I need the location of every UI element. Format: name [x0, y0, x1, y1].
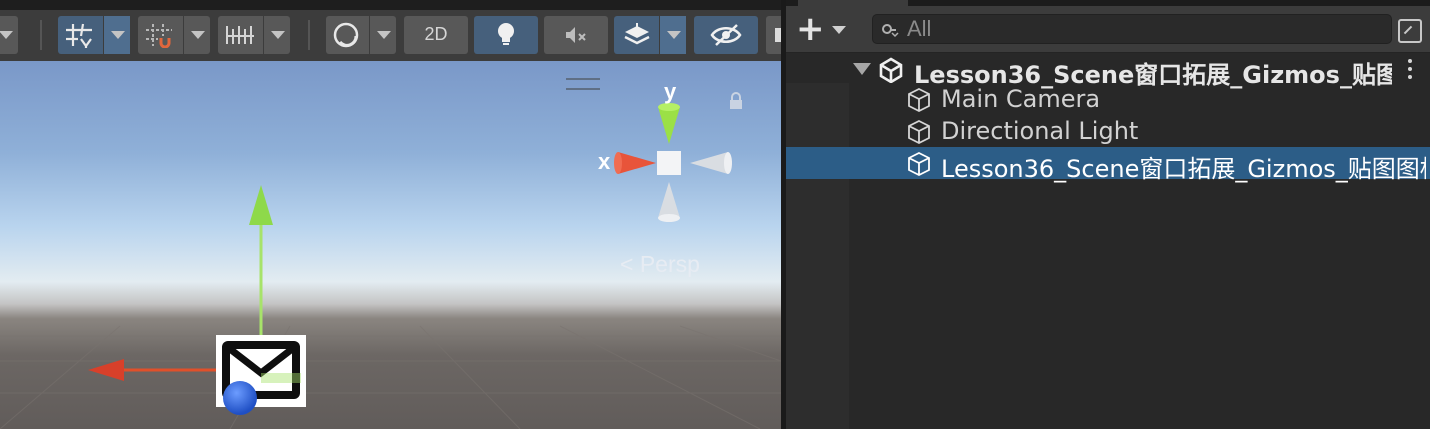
chevron-down-icon[interactable]: [103, 16, 130, 54]
tab-strip: [0, 0, 781, 10]
scene-toolbar: 2D: [0, 0, 781, 63]
chevron-down-icon[interactable]: [263, 16, 290, 54]
ruler-icon: [226, 26, 254, 44]
overlay-menu-handle[interactable]: [566, 78, 600, 90]
hierarchy-item-label: Lesson36_Scene窗口拓展_Gizmos_贴图图标: [941, 155, 1426, 183]
chevron-down-icon: [832, 26, 846, 34]
search-input[interactable]: [907, 15, 1377, 43]
gizmos-button[interactable]: [766, 16, 781, 54]
scene-lighting-button[interactable]: [474, 16, 538, 54]
search-icon: [882, 24, 899, 38]
toolbar-separator: [40, 20, 42, 50]
scene-effects-button[interactable]: [614, 16, 686, 54]
grid-icon: [66, 23, 92, 48]
gameobject-cube-icon: [908, 119, 930, 145]
2d-mode-button[interactable]: 2D: [404, 16, 468, 54]
gameobject-cube-icon: [908, 151, 930, 177]
scene-visibility-button[interactable]: [694, 16, 758, 54]
layers-icon: [624, 23, 650, 45]
hierarchy-item-label: Main Camera: [941, 85, 1101, 113]
increment-snap-button[interactable]: [218, 16, 290, 54]
unity-logo-icon: [879, 57, 903, 83]
shading-mode-dropdown[interactable]: [326, 16, 396, 54]
search-field[interactable]: [872, 14, 1392, 44]
draw-mode-dropdown[interactable]: [0, 16, 18, 54]
scene-viewport[interactable]: y x < Persp: [0, 61, 781, 429]
more-options-icon[interactable]: [1406, 57, 1414, 81]
gizmo-y-label: y: [664, 79, 677, 104]
foldout-arrow-icon[interactable]: [853, 63, 871, 75]
chevron-down-icon: [0, 16, 18, 54]
hierarchy-item-selected[interactable]: Lesson36_Scene窗口拓展_Gizmos_贴图图标: [786, 147, 1430, 183]
maximize-icon[interactable]: [1398, 19, 1422, 43]
hierarchy-item[interactable]: Main Camera: [786, 83, 1430, 115]
snap-grid-icon: [146, 24, 172, 48]
grid-toggle-button[interactable]: [58, 16, 130, 54]
2d-label: 2D: [424, 24, 448, 44]
scene-row[interactable]: Lesson36_Scene窗口拓展_Gizmos_贴图图标: [786, 53, 1430, 89]
hierarchy-toolbar: +: [786, 6, 1430, 53]
scene-view: 2D y x < Persp: [0, 0, 781, 429]
hierarchy-item[interactable]: Directional Light: [786, 115, 1430, 147]
gameobject-cube-icon: [908, 87, 930, 113]
eye-hidden-icon: [710, 24, 742, 46]
snap-toggle-button[interactable]: [138, 16, 210, 54]
mute-icon: [566, 27, 586, 43]
lightbulb-icon: [498, 23, 514, 45]
chevron-down-icon[interactable]: [659, 16, 686, 54]
hierarchy-tree: Lesson36_Scene窗口拓展_Gizmos_贴图图标 Main Came…: [786, 53, 1430, 429]
toolbar-separator: [308, 20, 310, 50]
projection-toggle[interactable]: < Persp: [620, 251, 700, 278]
create-button[interactable]: +: [794, 9, 854, 49]
hierarchy-item-label: Directional Light: [941, 117, 1139, 145]
gizmo-x-label: x: [598, 149, 611, 174]
chevron-down-icon[interactable]: [183, 16, 210, 54]
chevron-down-icon[interactable]: [369, 16, 396, 54]
plus-icon: +: [796, 9, 825, 49]
sphere-shading-icon: [333, 22, 359, 48]
sphere-handle[interactable]: [223, 381, 257, 415]
scene-audio-button[interactable]: [544, 16, 608, 54]
hierarchy-panel: + Lesson36_Scene窗口拓展_Gizmos_贴图图标: [786, 0, 1430, 429]
